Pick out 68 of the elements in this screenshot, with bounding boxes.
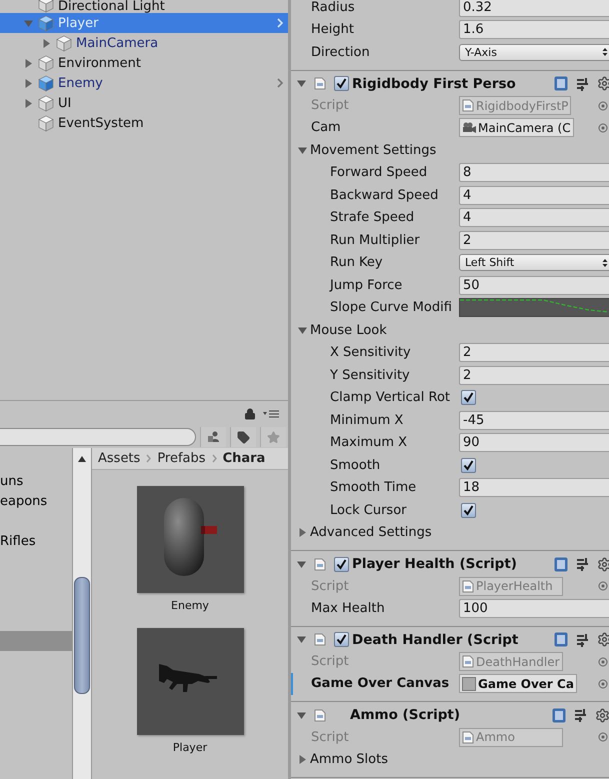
hierarchy-item[interactable]: Directional Light: [0, 0, 288, 13]
folder-item[interactable]: Rifles: [0, 531, 72, 551]
hierarchy-item[interactable]: Environment: [0, 53, 288, 73]
field-label: Forward Speed: [329, 165, 428, 180]
dropdown[interactable]: Y-Axis: [459, 44, 609, 61]
hierarchy-item[interactable]: MainCamera: [0, 33, 288, 53]
number-field[interactable]: 0.32: [459, 0, 609, 17]
script-field: Ammo: [459, 728, 563, 746]
field-label: Minimum X: [329, 412, 404, 428]
number-field[interactable]: 4: [459, 208, 609, 228]
field-label: Maximum X: [329, 435, 408, 450]
field-label: Jump Force: [328, 278, 404, 293]
field-label: Slope Curve Modifi: [329, 300, 453, 316]
breadcrumb-item[interactable]: Chara: [222, 451, 266, 466]
script-field: DeathHandler: [459, 652, 563, 671]
object-field[interactable]: MainCamera (C: [459, 118, 574, 138]
field-label: Run Key: [329, 255, 384, 270]
field-label: Lock Cursor: [329, 502, 408, 518]
field-label: Script: [310, 730, 350, 744]
breadcrumb-item[interactable]: Assets: [98, 451, 140, 466]
number-field[interactable]: 50: [459, 276, 609, 295]
field-label: Clamp Vertical Rot: [329, 390, 451, 406]
field-label: Height: [310, 22, 355, 38]
number-field[interactable]: 2: [459, 230, 609, 250]
asset-name[interactable]: Player: [172, 741, 208, 754]
number-field[interactable]: 4: [459, 186, 609, 205]
dropdown[interactable]: Left Shift: [459, 254, 609, 272]
field-label: Backward Speed: [329, 188, 440, 203]
field-label: Game Over Canvas: [310, 676, 450, 692]
foldout-label[interactable]: Ammo Slots: [310, 752, 388, 767]
asset-name[interactable]: Enemy: [171, 599, 209, 612]
number-field[interactable]: -45: [459, 410, 609, 430]
field-label: Strafe Speed: [329, 210, 416, 226]
field-label: Smooth: [329, 458, 382, 473]
script-field: PlayerHealth: [459, 576, 563, 596]
field-label: Script: [310, 578, 350, 594]
field-label: Run Multiplier: [329, 232, 421, 248]
script-field: RigidbodyFirstP: [459, 96, 572, 115]
object-field[interactable]: Game Over Ca: [459, 674, 577, 694]
breadcrumb-item[interactable]: Prefabs: [157, 451, 206, 466]
foldout-label[interactable]: Advanced Settings: [310, 525, 432, 540]
hierarchy-item[interactable]: EventSystem: [0, 113, 288, 133]
foldout-label[interactable]: Mouse Look: [310, 322, 387, 338]
component-title: Player Health (Script): [352, 556, 518, 572]
field-label: X Sensitivity: [329, 345, 412, 360]
number-field[interactable]: 90: [459, 433, 609, 452]
number-field[interactable]: 100: [459, 598, 609, 618]
number-field[interactable]: 8: [459, 163, 609, 182]
field-label: Direction: [310, 44, 371, 60]
number-field[interactable]: 2: [459, 366, 609, 385]
component-title: Death Handler (Script: [352, 632, 520, 648]
field-label: Script: [310, 654, 350, 669]
field-label: Y Sensitivity: [329, 368, 411, 383]
number-field[interactable]: 2: [459, 343, 609, 362]
number-field[interactable]: 18: [459, 478, 609, 498]
field-label: Max Health: [310, 600, 386, 616]
hierarchy-item[interactable]: UI: [0, 93, 288, 113]
component-title: Ammo (Script): [350, 707, 462, 723]
hierarchy-item[interactable]: Enemy: [0, 73, 288, 93]
component-title: Rigidbody First Perso: [352, 76, 517, 92]
field-label: Smooth Time: [329, 480, 418, 496]
field-label: Cam: [310, 120, 342, 136]
folder-item[interactable]: eapons: [0, 491, 72, 511]
number-field[interactable]: 1.6: [459, 20, 609, 40]
field-label: Radius: [310, 0, 356, 15]
foldout-label[interactable]: Movement Settings: [310, 142, 436, 158]
folder-item[interactable]: uns: [0, 471, 72, 491]
field-label: Script: [310, 98, 350, 113]
